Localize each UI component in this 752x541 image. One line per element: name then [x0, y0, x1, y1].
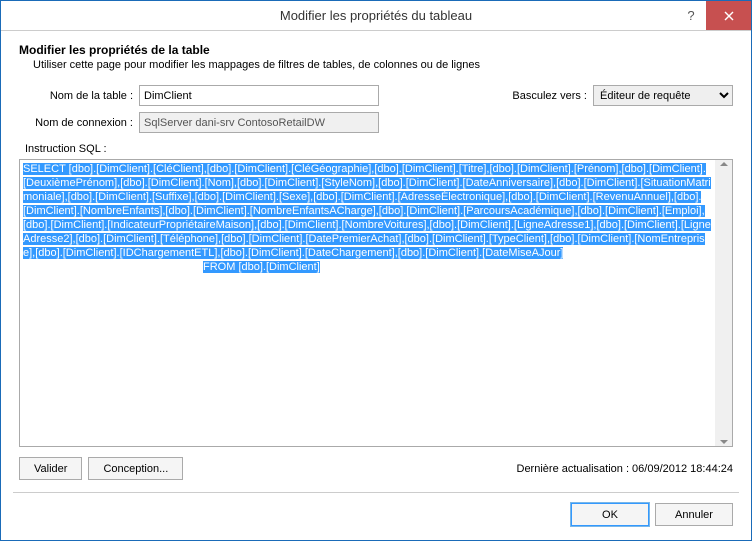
titlebar: Modifier les propriétés du tableau ?: [1, 1, 751, 31]
switch-to-label: Basculez vers :: [512, 90, 587, 102]
window-title: Modifier les propriétés du tableau: [1, 8, 751, 23]
help-button[interactable]: ?: [676, 1, 706, 30]
connection-row: Nom de connexion :: [19, 112, 733, 133]
switch-to-select[interactable]: Éditeur de requête: [593, 85, 733, 106]
table-name-input[interactable]: [139, 85, 379, 106]
cancel-button[interactable]: Annuler: [655, 503, 733, 526]
table-name-label: Nom de la table :: [19, 90, 139, 102]
sql-instruction-label: Instruction SQL :: [25, 143, 733, 155]
close-button[interactable]: [706, 1, 751, 30]
sql-text[interactable]: SELECT [dbo].[DimClient].[CléClient],[db…: [20, 160, 715, 446]
divider: [13, 492, 739, 493]
scroll-up-icon[interactable]: [720, 162, 728, 166]
close-icon: [724, 11, 734, 21]
footer-buttons: OK Annuler: [19, 503, 733, 526]
last-update-label: Dernière actualisation : 06/09/2012 18:4…: [517, 463, 734, 475]
sql-from-part: FROM [dbo].[DimClient]: [203, 261, 320, 273]
connection-input: [139, 112, 379, 133]
page-subheading: Utiliser cette page pour modifier les ma…: [33, 59, 733, 71]
connection-label: Nom de connexion :: [19, 117, 139, 129]
validate-button[interactable]: Valider: [19, 457, 82, 480]
window-controls: ?: [676, 1, 751, 30]
action-row: Valider Conception... Dernière actualisa…: [19, 457, 733, 480]
design-button[interactable]: Conception...: [88, 457, 183, 480]
sql-scrollbar[interactable]: [715, 160, 732, 446]
sql-editor[interactable]: SELECT [dbo].[DimClient].[CléClient],[db…: [19, 159, 733, 447]
scroll-down-icon[interactable]: [720, 440, 728, 444]
page-heading: Modifier les propriétés de la table: [19, 43, 733, 57]
sql-select-part: SELECT [dbo].[DimClient].[CléClient],[db…: [23, 163, 711, 259]
dialog-content: Modifier les propriétés de la table Util…: [1, 31, 751, 540]
ok-button[interactable]: OK: [571, 503, 649, 526]
table-name-row: Nom de la table : Basculez vers : Éditeu…: [19, 85, 733, 106]
